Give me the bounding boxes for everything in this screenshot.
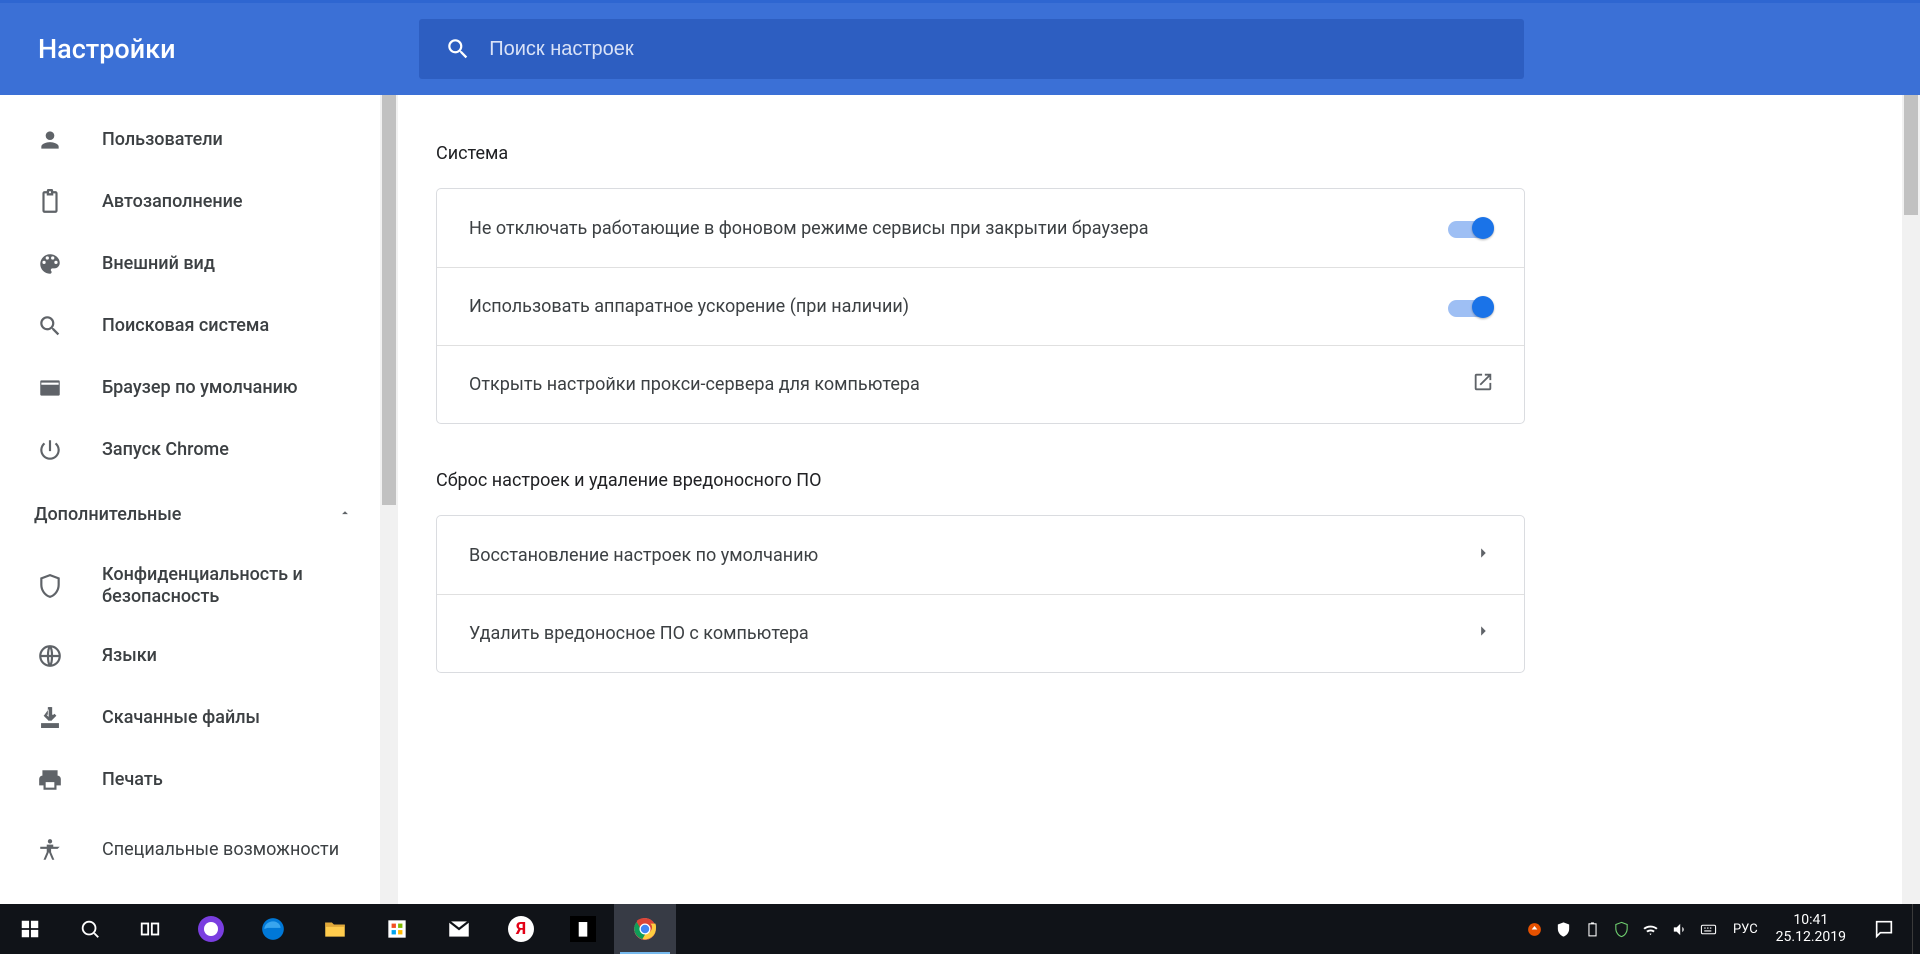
language-indicator[interactable]: РУС	[1725, 922, 1766, 937]
scroll-thumb[interactable]	[1904, 95, 1918, 215]
open-external-icon	[1472, 371, 1494, 398]
sidebar-item-default-browser[interactable]: Браузер по умолчанию	[0, 357, 380, 419]
sidebar-label: Пользователи	[102, 129, 380, 152]
reset-card: Восстановление настроек по умолчанию Уда…	[436, 515, 1525, 673]
sidebar-label: Браузер по умолчанию	[102, 377, 380, 400]
sidebar-item-languages[interactable]: Языки	[0, 625, 380, 687]
task-view-button[interactable]	[120, 904, 180, 954]
sidebar-item-search-engine[interactable]: Поисковая система	[0, 295, 380, 357]
toggle-switch[interactable]	[1448, 296, 1494, 318]
taskbar-clock[interactable]: 10:41 25.12.2019	[1766, 912, 1856, 946]
print-icon	[34, 767, 66, 793]
action-center-button[interactable]	[1856, 904, 1912, 954]
tray-shield-icon[interactable]	[1555, 921, 1572, 938]
system-card: Не отключать работающие в фоновом режиме…	[436, 188, 1525, 424]
taskbar-app-dolby[interactable]: ▐▌	[552, 904, 614, 954]
search-bar[interactable]	[419, 19, 1524, 79]
taskbar-app-mail[interactable]	[428, 904, 490, 954]
settings-header: Настройки	[0, 3, 1920, 95]
section-title-system: Система	[436, 143, 1902, 164]
tray-keyboard-icon[interactable]	[1700, 921, 1717, 938]
clipboard-icon	[34, 189, 66, 215]
download-icon	[34, 705, 66, 731]
taskbar-app-explorer[interactable]	[304, 904, 366, 954]
search-icon	[445, 36, 471, 62]
clock-time: 10:41	[1776, 912, 1846, 929]
taskbar-app-yandex[interactable]: Я	[490, 904, 552, 954]
start-button[interactable]	[0, 904, 60, 954]
sidebar-label: Автозаполнение	[102, 191, 380, 214]
setting-restore-defaults[interactable]: Восстановление настроек по умолчанию	[437, 516, 1524, 594]
person-icon	[34, 127, 66, 153]
scroll-thumb[interactable]	[382, 95, 396, 505]
chevron-right-icon	[1472, 620, 1494, 647]
setting-clean-computer[interactable]: Удалить вредоносное ПО с компьютера	[437, 594, 1524, 672]
sidebar-item-privacy[interactable]: Конфиденциальность и безопасность	[0, 547, 380, 625]
sidebar-label: Языки	[102, 645, 380, 668]
sidebar-advanced-toggle[interactable]: Дополнительные	[0, 481, 380, 547]
search-icon	[34, 313, 66, 339]
globe-icon	[34, 643, 66, 669]
sidebar-label: Печать	[102, 769, 380, 792]
sidebar-item-printing[interactable]: Печать	[0, 749, 380, 811]
toggle-switch[interactable]	[1448, 217, 1494, 239]
main-content: Система Не отключать работающие в фоново…	[398, 95, 1902, 904]
sidebar-item-accessibility[interactable]: Специальные возможности	[0, 811, 380, 889]
sidebar-item-downloads[interactable]: Скачанные файлы	[0, 687, 380, 749]
tray-wifi-icon[interactable]	[1642, 921, 1659, 938]
tray-security-icon[interactable]	[1613, 921, 1630, 938]
setting-label: Восстановление настроек по умолчанию	[469, 545, 1460, 566]
taskbar-search-button[interactable]	[60, 904, 120, 954]
tray-up-icon[interactable]	[1526, 921, 1543, 938]
sidebar: Пользователи Автозаполнение Внешний вид …	[0, 95, 380, 904]
sidebar-item-autofill[interactable]: Автозаполнение	[0, 171, 380, 233]
setting-label: Открыть настройки прокси-сервера для ком…	[469, 374, 1460, 395]
main-scrollbar[interactable]	[1902, 95, 1920, 904]
sidebar-scrollbar[interactable]	[380, 95, 398, 904]
page-title: Настройки	[38, 33, 176, 65]
chevron-right-icon	[1472, 542, 1494, 569]
sidebar-label: Конфиденциальность и безопасность	[102, 564, 380, 609]
sidebar-label: Скачанные файлы	[102, 707, 380, 730]
shield-icon	[34, 573, 66, 599]
search-input[interactable]	[489, 38, 1516, 61]
section-title-reset: Сброс настроек и удаление вредоносного П…	[436, 470, 1902, 491]
system-tray[interactable]	[1518, 921, 1725, 938]
setting-label: Использовать аппаратное ускорение (при н…	[469, 296, 1448, 317]
sidebar-label: Специальные возможности	[102, 839, 380, 862]
taskbar-app-edge[interactable]	[242, 904, 304, 954]
clock-date: 25.12.2019	[1776, 929, 1846, 946]
show-desktop-button[interactable]	[1912, 904, 1920, 954]
setting-background-apps[interactable]: Не отключать работающие в фоновом режиме…	[437, 189, 1524, 267]
setting-label: Удалить вредоносное ПО с компьютера	[469, 623, 1460, 644]
sidebar-label: Внешний вид	[102, 253, 380, 276]
taskbar-app-chrome[interactable]	[614, 904, 676, 954]
sidebar-item-on-startup[interactable]: Запуск Chrome	[0, 419, 380, 481]
palette-icon	[34, 251, 66, 277]
tray-volume-icon[interactable]	[1671, 921, 1688, 938]
advanced-label: Дополнительные	[34, 504, 181, 525]
taskbar-app-store[interactable]	[366, 904, 428, 954]
setting-hardware-accel[interactable]: Использовать аппаратное ускорение (при н…	[437, 267, 1524, 345]
browser-icon	[34, 375, 66, 401]
setting-open-proxy[interactable]: Открыть настройки прокси-сервера для ком…	[437, 345, 1524, 423]
sidebar-item-users[interactable]: Пользователи	[0, 109, 380, 171]
windows-taskbar: Я ▐▌ РУС 10:41 25.12.2019	[0, 904, 1920, 954]
taskbar-app-yandex-browser[interactable]	[180, 904, 242, 954]
sidebar-label: Поисковая система	[102, 315, 380, 338]
tray-battery-icon[interactable]	[1584, 921, 1601, 938]
chevron-up-icon	[338, 504, 352, 525]
setting-label: Не отключать работающие в фоновом режиме…	[469, 218, 1448, 239]
sidebar-label: Запуск Chrome	[102, 439, 380, 462]
accessibility-icon	[34, 837, 66, 863]
sidebar-item-appearance[interactable]: Внешний вид	[0, 233, 380, 295]
power-icon	[34, 437, 66, 463]
